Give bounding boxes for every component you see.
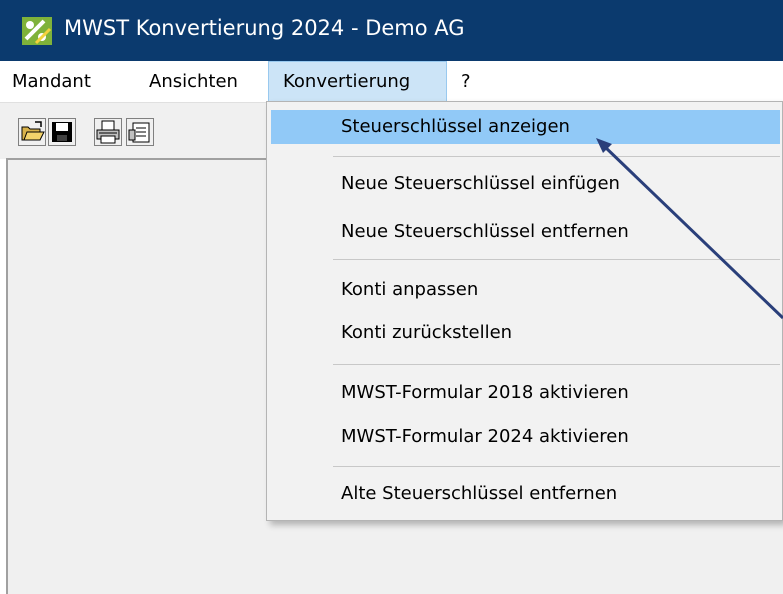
window-title: MWST Konvertierung 2024 - Demo AG: [64, 16, 465, 40]
menu-item-mwst-formular-2024[interactable]: MWST-Formular 2024 aktivieren: [271, 420, 780, 454]
menu-item-konti-zurueckstellen[interactable]: Konti zurückstellen: [271, 316, 780, 350]
menu-konvertierung[interactable]: Konvertierung: [268, 61, 447, 102]
menu-help[interactable]: ?: [457, 61, 475, 102]
properties-icon[interactable]: [126, 118, 154, 146]
menu-item-neue-steuerschluessel-einfuegen[interactable]: Neue Steuerschlüssel einfügen: [271, 167, 780, 201]
menu-item-konti-anpassen[interactable]: Konti anpassen: [271, 273, 780, 307]
open-folder-icon[interactable]: [18, 118, 46, 146]
save-disk-icon[interactable]: [48, 118, 76, 146]
menu-item-alte-steuerschluessel-entfernen[interactable]: Alte Steuerschlüssel entfernen: [271, 477, 780, 511]
menu-item-neue-steuerschluessel-entfernen[interactable]: Neue Steuerschlüssel entfernen: [271, 215, 780, 249]
app-icon: [22, 17, 52, 45]
menu-item-mwst-formular-2018[interactable]: MWST-Formular 2018 aktivieren: [271, 376, 780, 410]
menu-separator: [333, 156, 780, 157]
title-bar: MWST Konvertierung 2024 - Demo AG: [0, 0, 783, 61]
printer-icon[interactable]: [94, 118, 122, 146]
menu-item-steuerschluessel-anzeigen[interactable]: Steuerschlüssel anzeigen: [271, 110, 780, 144]
menu-separator: [333, 364, 780, 365]
menu-separator: [333, 259, 780, 260]
menu-separator: [333, 466, 780, 467]
menu-mandant[interactable]: Mandant: [8, 61, 95, 102]
menu-ansichten[interactable]: Ansichten: [145, 61, 242, 102]
konvertierung-dropdown: Steuerschlüssel anzeigen Neue Steuerschl…: [266, 101, 783, 521]
